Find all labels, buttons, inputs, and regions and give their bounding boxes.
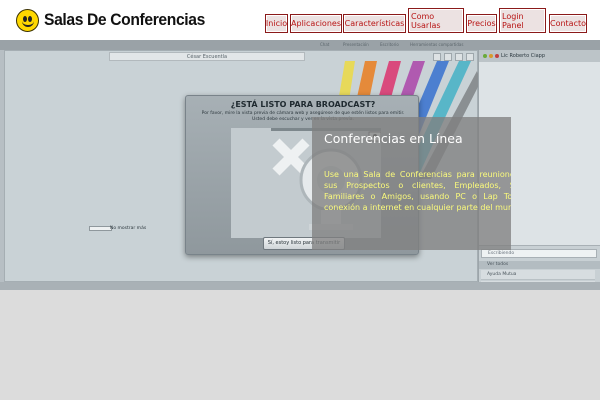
nav-login-panel[interactable]: Login Panel — [499, 8, 546, 33]
participant-name: Lic Roberto Ciapp — [501, 53, 546, 59]
participant-entry[interactable]: Lic Roberto Ciapp — [483, 53, 545, 59]
chat-input[interactable]: Escribiendo — [481, 249, 597, 258]
list-item[interactable]: Ayuda Mutua — [481, 270, 595, 280]
stage-tools — [433, 53, 474, 61]
app-tab-chat: Chat — [320, 42, 330, 47]
app-footer — [0, 282, 600, 290]
rooms-list-header[interactable]: Ver todos — [479, 261, 600, 269]
nav-inicio[interactable]: Inicio — [265, 14, 288, 33]
status-mic-icon — [495, 54, 499, 58]
app-tab-presentacion: Presentación — [343, 42, 369, 47]
tool-icon — [455, 53, 463, 61]
overlay-title: Conferencias en Línea — [324, 131, 463, 146]
app-toolbar: Chat Presentación Escritorio Herramienta… — [0, 40, 600, 50]
nav-precios[interactable]: Precios — [466, 14, 497, 33]
nav-caracteristicas[interactable]: Características — [343, 14, 406, 33]
tool-icon — [444, 53, 452, 61]
nav-aplicaciones[interactable]: Aplicaciones — [290, 14, 342, 33]
status-camera-icon — [489, 54, 493, 58]
status-online-icon — [483, 54, 487, 58]
app-tab-herramientas: Herramientas compartidas — [410, 42, 464, 47]
site-logo[interactable]: Salas De Conferencias — [16, 8, 219, 32]
page-background — [0, 290, 600, 400]
no-show-checkbox[interactable] — [89, 226, 112, 231]
tool-icon — [433, 53, 441, 61]
smiley-icon — [16, 8, 39, 32]
nav-contacto[interactable]: Contacto — [549, 14, 587, 33]
no-show-label: No mostrar más — [110, 226, 147, 231]
nav-como-usarlas[interactable]: Como Usarlas — [408, 8, 464, 33]
site-title: Salas De Conferencias — [44, 10, 205, 29]
feature-caption-overlay: Conferencias en Línea Use una Sala de Co… — [312, 117, 511, 250]
app-tab-escritorio: Escritorio — [380, 42, 399, 47]
participants-header: Lic Roberto Ciapp — [479, 50, 600, 62]
stage-header: César Escuentla — [109, 52, 305, 61]
overlay-body: Use una Sala de Conferencias para reunio… — [324, 170, 511, 212]
tool-icon — [466, 53, 474, 61]
broadcast-title: ¿ESTÁ LISTO PARA BROADCAST? — [230, 100, 376, 109]
site-header: Salas De Conferencias Inicio Aplicacione… — [0, 0, 600, 40]
